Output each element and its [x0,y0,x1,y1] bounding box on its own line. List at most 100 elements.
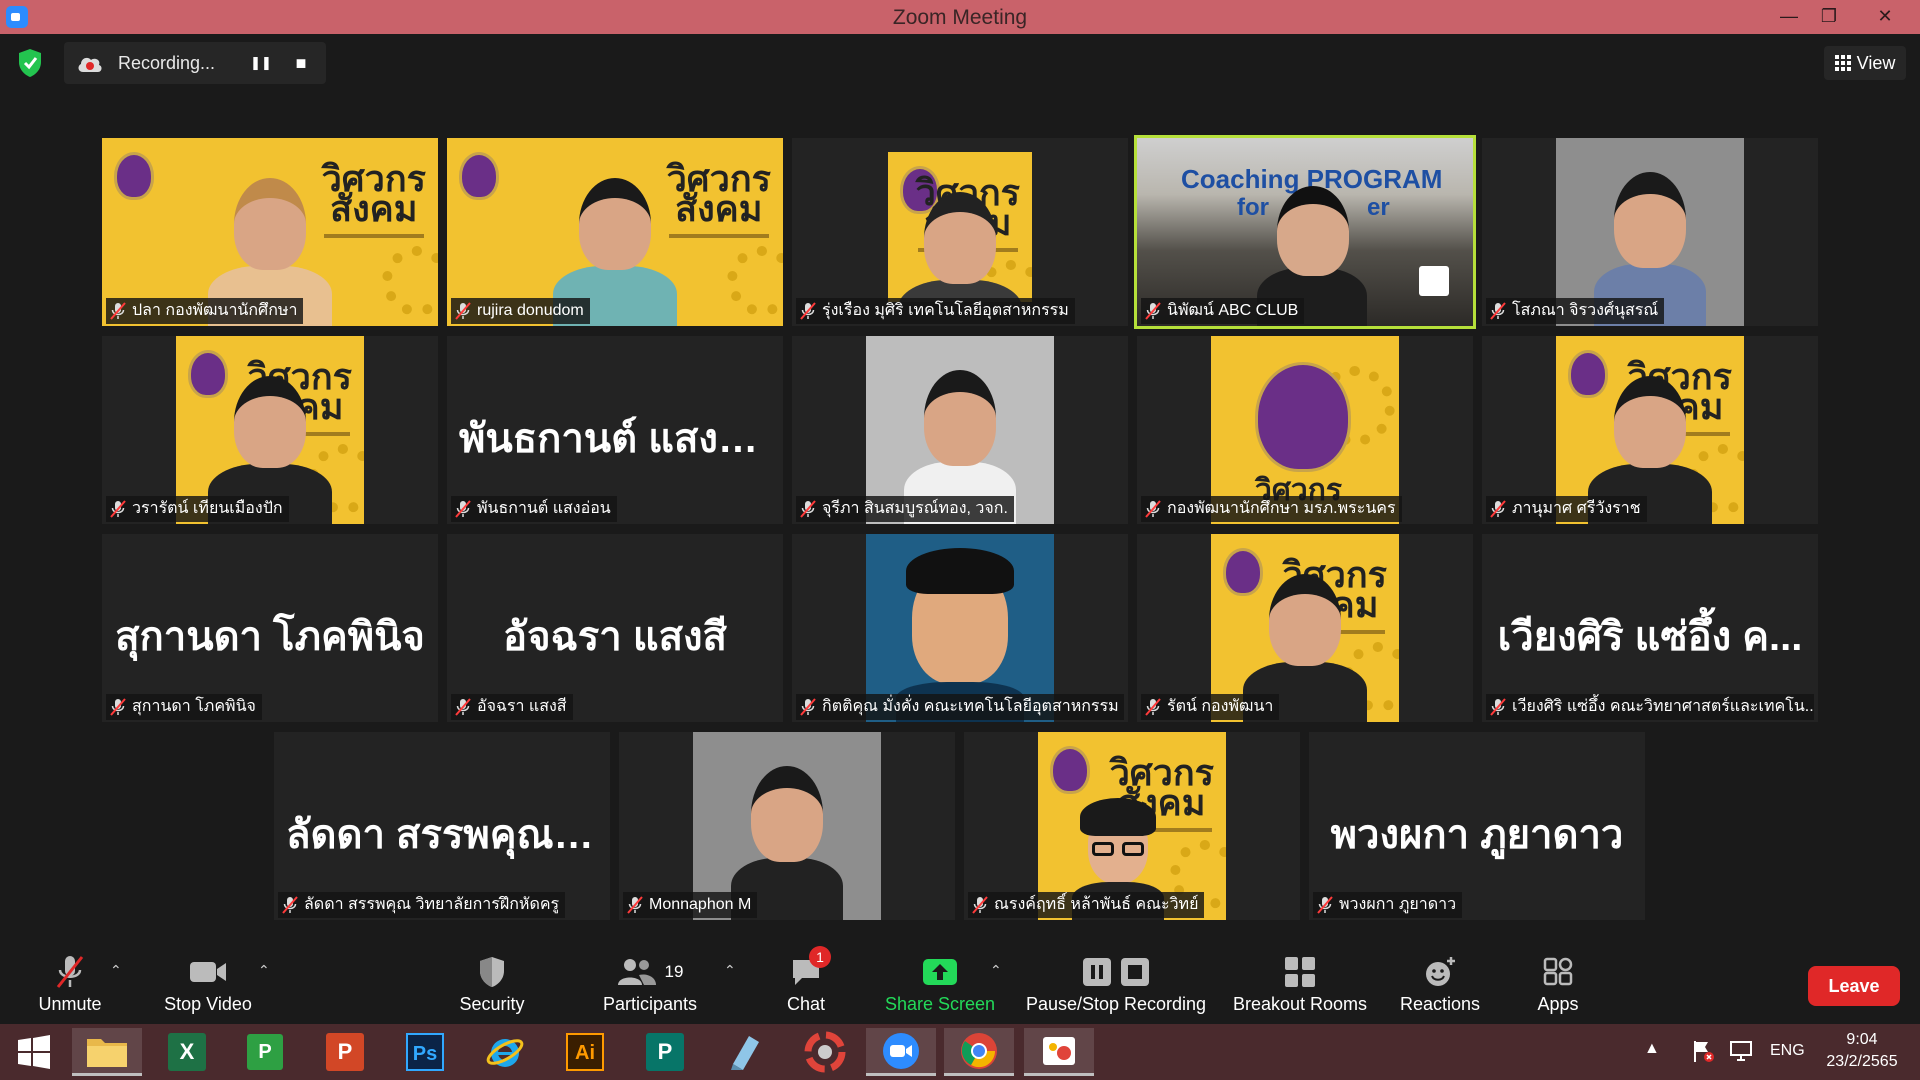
unmute-button[interactable]: Unmute [30,952,110,1024]
participant-tile[interactable]: อัจฉรา แสงสี อัจฉรา แสงสี [447,534,783,722]
folder-icon [87,1038,127,1067]
taskbar-excel[interactable]: X [152,1028,222,1076]
photoshop-icon: Ps [406,1033,444,1071]
muted-mic-icon [800,302,816,320]
view-button[interactable]: View [1824,46,1906,80]
reactions-button[interactable]: Reactions [1398,952,1482,1024]
windows-logo-icon [18,1035,50,1069]
participant-display-name: ลัดดา สรรพคุณ วิ... [286,813,610,857]
participant-name-label: รัตน์ กองพัฒนา [1141,694,1280,720]
participant-name-label: ปลา กองพัฒนานักศึกษา [106,298,304,324]
taskbar-chrome[interactable] [944,1028,1014,1076]
participants-button[interactable]: 19 Participants [598,952,702,1024]
restore-button[interactable]: ❐ [1806,0,1852,34]
taskbar-zoom[interactable] [866,1028,936,1076]
tray-overflow-icon[interactable]: ▲ [1644,1040,1660,1058]
apps-button[interactable]: Apps [1530,952,1586,1024]
muted-mic-icon [800,500,816,518]
taskbar-notepad[interactable] [710,1028,780,1076]
internet-explorer-icon [486,1039,524,1067]
share-screen-button[interactable]: Share Screen [884,952,996,1024]
participant-tile[interactable]: โสภณา จิรวงศ์นุสรณ์ [1482,138,1818,326]
taskbar-paint[interactable] [1024,1028,1094,1076]
participant-tile[interactable]: วิศวกร สังคม ณรงค์ฤทธิ์ หล้าพันธ์ คณะวิทย์ [964,732,1300,920]
participant-tile[interactable]: ลัดดา สรรพคุณ วิ... ลัดดา สรรพคุณ วิทยาลั… [274,732,610,920]
network-icon[interactable] [1728,1038,1754,1069]
participant-name: รุ่งเรือง มุศิริ เทคโนโลยีอุตสาหกรรม [822,302,1069,319]
participant-tile[interactable]: พวงผกา ภูยาดาว พวงผกา ภูยาดาว [1309,732,1645,920]
video-options-caret[interactable]: ⌃ [258,962,270,979]
share-options-caret[interactable]: ⌃ [990,962,1002,979]
participant-tile[interactable]: Monnaphon M [619,732,955,920]
participant-tile[interactable]: Coaching PROGRAM for er นิพัฒน์ ABC CLUB [1134,135,1476,329]
audio-options-caret[interactable]: ⌃ [110,962,122,979]
participant-tile[interactable]: กิตติคุณ มั่งคั่ง คณะเทคโนโลยีอุตสาหกรรม [792,534,1128,722]
participant-name: จุรีภา สินสมบูรณ์ทอง, วจก. [822,500,1008,517]
participant-tile[interactable]: สุกานดา โภคพินิจ สุกานดา โภคพินิจ [102,534,438,722]
leave-button[interactable]: Leave [1808,966,1900,1006]
taskbar-internet-explorer[interactable] [470,1028,540,1076]
photoscape-icon [804,1031,846,1073]
participant-tile[interactable]: วิศวกร สังคมปลา กองพัฒนานักศึกษา [102,138,438,326]
recording-indicator: Recording... ❚❚ ■ [64,42,326,84]
participant-tile[interactable]: วิศวกรสังคมวรารัตน์ เทียนเมืองปัก [102,336,438,524]
taskbar-publisher-green[interactable]: P [230,1028,300,1076]
participant-display-name: เวียงศิริ แซ่อึ้ง ค... [1497,615,1803,659]
security-button[interactable]: Security [452,952,532,1024]
participant-tile[interactable]: วิศวกร สังคม rujira donudom [447,138,783,326]
stop-video-button[interactable]: Stop Video [160,952,256,1024]
shield-icon [477,952,507,992]
taskbar-file-explorer[interactable] [72,1028,142,1076]
pause-stop-recording-button[interactable]: Pause/Stop Recording [1024,952,1208,1024]
powerpoint-icon: P [326,1033,364,1071]
clock[interactable]: 9:04 23/2/2565 [1816,1029,1908,1073]
participant-face [579,178,651,270]
taskbar-photoscape[interactable] [790,1028,860,1076]
participant-name: พวงผกา ภูยาดาว [1339,896,1457,913]
poster-title: วิศวกรสังคม [321,158,426,229]
participant-name: วรารัตน์ เทียนเมืองปัก [132,500,283,517]
participant-tile[interactable]: วิศวกร กองพัฒนานักศึกษา มรภ.พระนคร [1137,336,1473,524]
taskbar-publisher[interactable]: P [630,1028,700,1076]
language-indicator[interactable]: ENG [1770,1042,1805,1060]
participant-tile[interactable]: วิศวกรสังคมรัตน์ กองพัฒนา [1137,534,1473,722]
university-seal-icon [1255,362,1351,472]
muted-microphone-icon [53,952,87,992]
muted-mic-icon [627,896,643,914]
participant-name-label: จุรีภา สินสมบูรณ์ทอง, วจก. [796,496,1014,522]
participant-display-name: พันธกานต์ แสงอ่อน [459,417,783,461]
apps-icon [1543,952,1573,992]
start-button[interactable] [0,1028,68,1076]
pause-recording-button[interactable]: ❚❚ [248,50,274,76]
chat-badge: 1 [809,946,831,968]
taskbar-photoshop[interactable]: Ps [390,1028,460,1076]
action-center-flag-icon[interactable] [1690,1038,1716,1069]
breakout-rooms-button[interactable]: Breakout Rooms [1228,952,1372,1024]
participant-face [234,178,306,270]
muted-mic-icon [455,698,471,716]
participant-name-label: ภานุมาศ ศรีวังราช [1486,496,1647,522]
participant-tile[interactable]: พันธกานต์ แสงอ่อน พันธกานต์ แสงอ่อน [447,336,783,524]
illustrator-icon: Ai [566,1033,604,1071]
taskbar-illustrator[interactable]: Ai [550,1028,620,1076]
share-screen-icon [921,952,959,992]
participant-name-label: ลัดดา สรรพคุณ วิทยาลัยการฝึกหัดครู [278,892,566,918]
participant-name-label: วรารัตน์ เทียนเมืองปัก [106,496,289,522]
close-button[interactable]: ✕ [1862,0,1908,34]
publisher-icon: P [646,1033,684,1071]
participants-options-caret[interactable]: ⌃ [724,962,736,979]
taskbar-powerpoint[interactable]: P [310,1028,380,1076]
participant-tile[interactable]: จุรีภา สินสมบูรณ์ทอง, วจก. [792,336,1128,524]
stop-recording-button[interactable]: ■ [288,50,314,76]
participant-tile[interactable]: เวียงศิริ แซ่อึ้ง ค... เวียงศิริ แซ่อึ้ง … [1482,534,1818,722]
participant-name-label: นิพัฒน์ ABC CLUB [1141,298,1305,324]
participant-name: กองพัฒนานักศึกษา มรภ.พระนคร [1167,500,1396,517]
chat-button[interactable]: 1 Chat [776,946,836,1024]
participant-tile[interactable]: วิศวกรสังคมภานุมาศ ศรีวังราช [1482,336,1818,524]
security-shield-icon[interactable] [14,45,46,81]
chrome-icon [961,1032,997,1069]
participant-name-label: ณรงค์ฤทธิ์ หล้าพันธ์ คณะวิทย์ [968,892,1205,918]
participant-tile[interactable]: วิศวกรสังคมรุ่งเรือง มุศิริ เทคโนโลยีอุต… [792,138,1128,326]
participant-face [1269,574,1341,666]
participant-name: สุกานดา โภคพินิจ [132,698,256,715]
